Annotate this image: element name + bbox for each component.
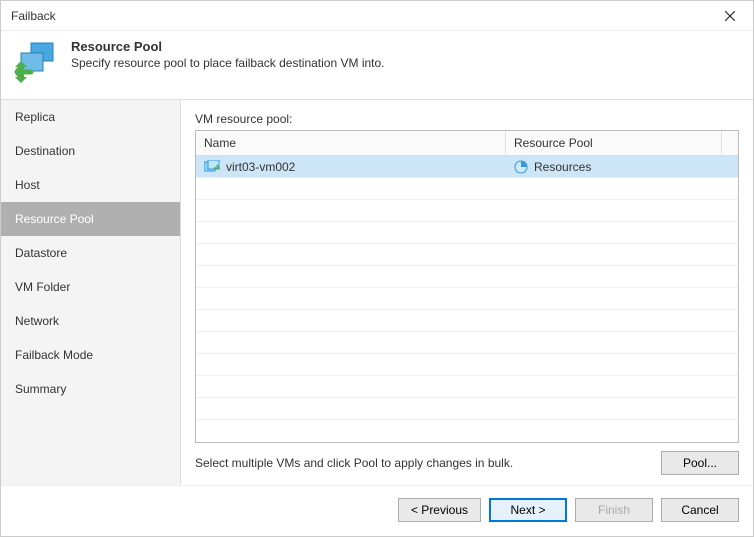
table-row-empty <box>196 354 738 376</box>
close-button[interactable] <box>715 3 745 29</box>
table-row-empty <box>196 244 738 266</box>
sidebar-item-label: Network <box>15 314 59 328</box>
resource-pool-icon <box>514 160 528 174</box>
header-text: Resource Pool Specify resource pool to p… <box>71 39 385 70</box>
resource-pool-header-icon <box>13 39 61 87</box>
vm-icon <box>204 160 220 174</box>
wizard-sidebar: Replica Destination Host Resource Pool D… <box>1 100 181 485</box>
vm-name: virt03-vm002 <box>226 160 295 174</box>
vm-pool-table: Name Resource Pool virt03-vm002 Resource… <box>195 130 739 443</box>
sidebar-item-label: Failback Mode <box>15 348 93 362</box>
cell-pool: Resources <box>506 160 722 174</box>
table-row-empty <box>196 376 738 398</box>
sidebar-item-summary[interactable]: Summary <box>1 372 180 406</box>
hint-row: Select multiple VMs and click Pool to ap… <box>195 451 739 475</box>
table-row-empty <box>196 178 738 200</box>
sidebar-item-failback-mode[interactable]: Failback Mode <box>1 338 180 372</box>
sidebar-item-network[interactable]: Network <box>1 304 180 338</box>
table-row-empty <box>196 332 738 354</box>
table-header: Name Resource Pool <box>196 131 738 156</box>
table-row-empty <box>196 200 738 222</box>
next-button[interactable]: Next > <box>489 498 567 522</box>
header-subtitle: Specify resource pool to place failback … <box>71 56 385 70</box>
sidebar-item-resource-pool[interactable]: Resource Pool <box>1 202 180 236</box>
finish-button: Finish <box>575 498 653 522</box>
main-panel: VM resource pool: Name Resource Pool vir… <box>181 100 753 485</box>
pool-button[interactable]: Pool... <box>661 451 739 475</box>
table-row-empty <box>196 398 738 420</box>
sidebar-item-label: Destination <box>15 144 75 158</box>
sidebar-item-vm-folder[interactable]: VM Folder <box>1 270 180 304</box>
cell-name: virt03-vm002 <box>196 160 506 174</box>
sidebar-item-destination[interactable]: Destination <box>1 134 180 168</box>
header-title: Resource Pool <box>71 39 385 54</box>
table-row-empty <box>196 266 738 288</box>
vm-resource-pool-label: VM resource pool: <box>195 112 739 126</box>
sidebar-item-replica[interactable]: Replica <box>1 100 180 134</box>
titlebar: Failback <box>1 1 753 31</box>
table-row-empty <box>196 288 738 310</box>
column-spacer <box>722 131 738 155</box>
cancel-button[interactable]: Cancel <box>661 498 739 522</box>
column-name[interactable]: Name <box>196 131 506 155</box>
sidebar-item-label: Resource Pool <box>15 212 94 226</box>
table-row[interactable]: virt03-vm002 Resources <box>196 156 738 178</box>
sidebar-item-label: Datastore <box>15 246 67 260</box>
table-row-empty <box>196 310 738 332</box>
failback-dialog: Failback Resource Pool Specify resource … <box>0 0 754 537</box>
close-icon <box>725 11 735 21</box>
bulk-hint: Select multiple VMs and click Pool to ap… <box>195 456 513 470</box>
pool-name: Resources <box>534 160 591 174</box>
dialog-body: Replica Destination Host Resource Pool D… <box>1 99 753 485</box>
sidebar-item-label: Summary <box>15 382 66 396</box>
sidebar-item-datastore[interactable]: Datastore <box>1 236 180 270</box>
dialog-footer: < Previous Next > Finish Cancel <box>1 485 753 536</box>
window-title: Failback <box>11 9 56 23</box>
sidebar-item-label: Host <box>15 178 40 192</box>
table-row-empty <box>196 222 738 244</box>
column-pool[interactable]: Resource Pool <box>506 131 722 155</box>
table-body: virt03-vm002 Resources <box>196 156 738 441</box>
previous-button[interactable]: < Previous <box>398 498 481 522</box>
dialog-header: Resource Pool Specify resource pool to p… <box>1 31 753 99</box>
sidebar-item-label: Replica <box>15 110 55 124</box>
sidebar-item-host[interactable]: Host <box>1 168 180 202</box>
sidebar-item-label: VM Folder <box>15 280 70 294</box>
